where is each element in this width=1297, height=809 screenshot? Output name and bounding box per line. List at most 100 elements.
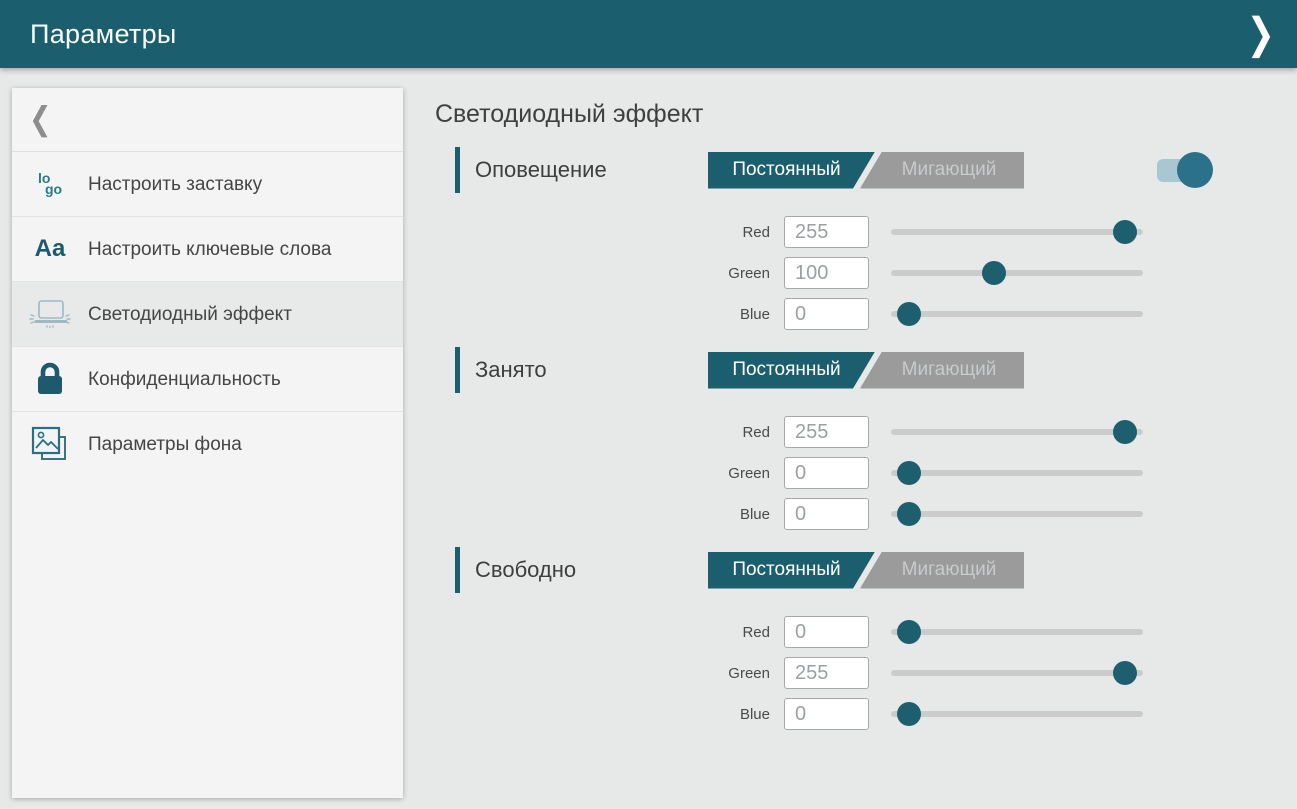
- channel-row-blue: Blue: [675, 497, 1225, 531]
- slider-track: [891, 711, 1143, 717]
- mode-option-constant[interactable]: Постоянный: [708, 352, 875, 389]
- led-sections: Оповещение Постоянный Мигающий Red Green…: [435, 147, 1285, 731]
- sidebar-nav: logo Настроить заставку Aa Настроить клю…: [12, 152, 403, 477]
- back-chevron-icon: ❮: [29, 101, 52, 138]
- page-title: Параметры: [30, 19, 177, 50]
- mode-option-blinking[interactable]: Мигающий: [860, 552, 1024, 589]
- section-accent-bar: [455, 147, 460, 193]
- mode-segmented-control: Постоянный Мигающий: [708, 552, 1024, 589]
- channel-row-blue: Blue: [675, 697, 1225, 731]
- mode-segmented-control: Постоянный Мигающий: [708, 352, 1024, 389]
- mode-option-blinking-label: Мигающий: [902, 359, 997, 381]
- mode-option-blinking[interactable]: Мигающий: [860, 352, 1024, 389]
- channel-value-input[interactable]: [784, 216, 869, 248]
- channel-label: Green: [675, 465, 770, 482]
- channel-row-green: Green: [675, 256, 1225, 290]
- slider-track: [891, 470, 1143, 476]
- channel-value-input[interactable]: [784, 616, 869, 648]
- channel-label: Red: [675, 224, 770, 241]
- channel-slider[interactable]: [891, 702, 1143, 726]
- channel-label: Red: [675, 424, 770, 441]
- section-head: Оповещение Постоянный Мигающий: [435, 147, 1225, 193]
- slider-knob: [1113, 661, 1137, 685]
- rgb-channels: Red Green Blue: [675, 215, 1225, 331]
- channel-row-green: Green: [675, 656, 1225, 690]
- mode-option-blinking[interactable]: Мигающий: [860, 152, 1024, 189]
- channel-label: Green: [675, 665, 770, 682]
- channel-row-red: Red: [675, 615, 1225, 649]
- channel-value-input[interactable]: [784, 657, 869, 689]
- lock-icon: [33, 360, 67, 398]
- channel-slider[interactable]: [891, 461, 1143, 485]
- background-images-icon: [29, 424, 71, 466]
- section-head: Занято Постоянный Мигающий: [435, 347, 1225, 393]
- channel-slider[interactable]: [891, 420, 1143, 444]
- slider-track: [891, 270, 1143, 276]
- channel-row-red: Red: [675, 415, 1225, 449]
- sidebar-item-led-effect[interactable]: Светодиодный эффект: [12, 282, 403, 347]
- mode-option-constant[interactable]: Постоянный: [708, 552, 875, 589]
- nav-icon: [12, 424, 88, 466]
- channel-row-green: Green: [675, 456, 1225, 490]
- channel-slider[interactable]: [891, 661, 1143, 685]
- channel-slider[interactable]: [891, 620, 1143, 644]
- section-title: Светодиодный эффект: [435, 100, 1285, 129]
- section-head: Свободно Постоянный Мигающий: [435, 547, 1225, 593]
- sidebar-back-button[interactable]: ❮: [12, 88, 403, 152]
- channel-value-input[interactable]: [784, 457, 869, 489]
- mode-option-blinking-label: Мигающий: [902, 559, 997, 581]
- slider-track: [891, 429, 1143, 435]
- slider-knob: [897, 461, 921, 485]
- slider-knob: [1113, 420, 1137, 444]
- section-label: Свободно: [475, 557, 708, 583]
- sidebar-item-privacy[interactable]: Конфиденциальность: [12, 347, 403, 412]
- led-section-alert: Оповещение Постоянный Мигающий Red Green…: [435, 147, 1225, 331]
- nav-icon: [12, 297, 88, 331]
- channel-label: Green: [675, 265, 770, 282]
- sidebar: ❮ logo Настроить заставку Aa Настроить к…: [12, 88, 403, 798]
- sidebar-item-label: Конфиденциальность: [88, 367, 281, 392]
- led-monitor-icon: [27, 297, 73, 331]
- channel-slider[interactable]: [891, 220, 1143, 244]
- keywords-icon: Aa: [35, 235, 66, 263]
- rgb-channels: Red Green Blue: [675, 415, 1225, 531]
- channel-slider[interactable]: [891, 261, 1143, 285]
- channel-value-input[interactable]: [784, 498, 869, 530]
- slider-knob: [897, 702, 921, 726]
- slider-knob: [897, 620, 921, 644]
- channel-slider[interactable]: [891, 302, 1143, 326]
- channel-value-input[interactable]: [784, 698, 869, 730]
- mode-option-constant[interactable]: Постоянный: [708, 152, 875, 189]
- led-section-busy: Занято Постоянный Мигающий Red Green Blu…: [435, 347, 1225, 531]
- channel-row-blue: Blue: [675, 297, 1225, 331]
- channel-label: Red: [675, 624, 770, 641]
- channel-label: Blue: [675, 706, 770, 723]
- channel-value-input[interactable]: [784, 257, 869, 289]
- sidebar-item-label: Настроить заставку: [88, 172, 262, 197]
- slider-track: [891, 311, 1143, 317]
- channel-row-red: Red: [675, 215, 1225, 249]
- forward-chevron-icon[interactable]: ❯: [1247, 13, 1276, 56]
- sidebar-item-label: Параметры фона: [88, 432, 242, 457]
- led-section-free: Свободно Постоянный Мигающий Red Green B…: [435, 547, 1225, 731]
- channel-value-input[interactable]: [784, 298, 869, 330]
- logo-icon: logo: [38, 173, 62, 195]
- toggle-knob: [1177, 152, 1213, 188]
- mode-option-constant-label: Постоянный: [732, 159, 840, 181]
- channel-slider[interactable]: [891, 502, 1143, 526]
- mode-segmented-control: Постоянный Мигающий: [708, 152, 1024, 189]
- nav-icon: [12, 360, 88, 398]
- sidebar-item-keywords[interactable]: Aa Настроить ключевые слова: [12, 217, 403, 282]
- section-enable-toggle[interactable]: [1157, 152, 1213, 188]
- section-label: Оповещение: [475, 157, 708, 183]
- slider-knob: [897, 502, 921, 526]
- channel-label: Blue: [675, 306, 770, 323]
- nav-icon: logo: [12, 173, 88, 195]
- sidebar-item-splash[interactable]: logo Настроить заставку: [12, 152, 403, 217]
- channel-value-input[interactable]: [784, 416, 869, 448]
- mode-option-constant-label: Постоянный: [732, 559, 840, 581]
- slider-knob: [982, 261, 1006, 285]
- slider-track: [891, 629, 1143, 635]
- rgb-channels: Red Green Blue: [675, 615, 1225, 731]
- sidebar-item-background[interactable]: Параметры фона: [12, 412, 403, 477]
